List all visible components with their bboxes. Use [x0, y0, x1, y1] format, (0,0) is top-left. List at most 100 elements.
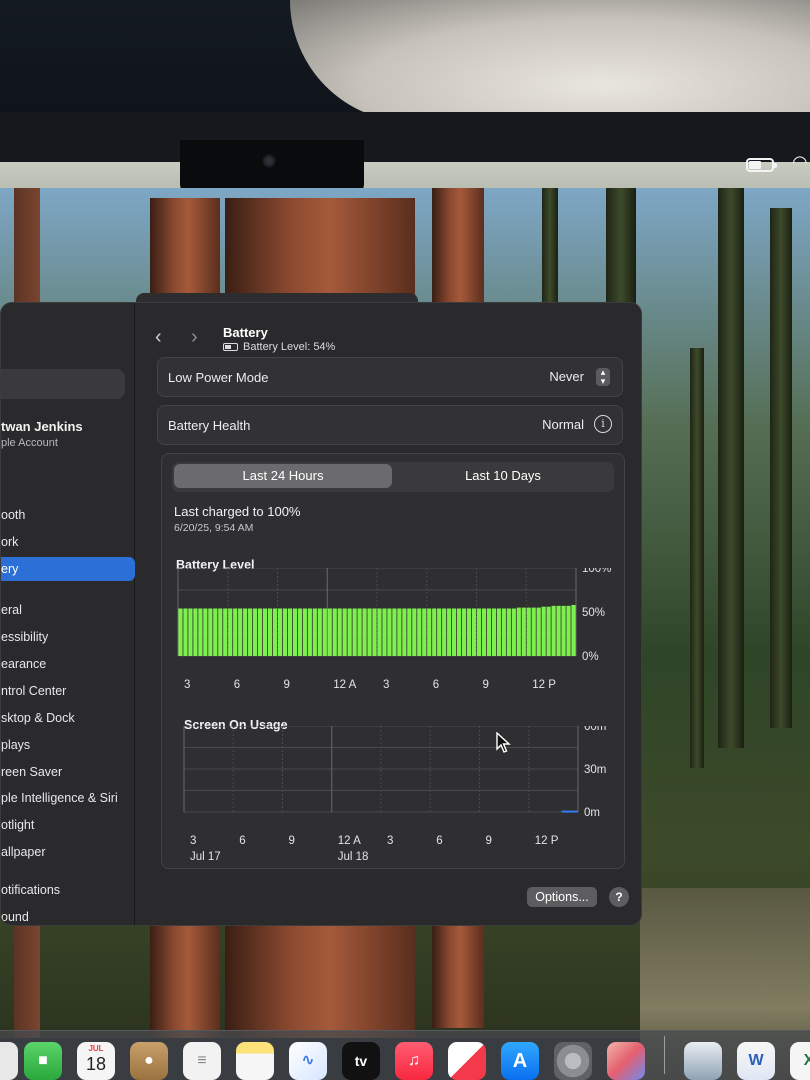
battery-level-bar [357, 608, 362, 656]
battery-level-bar [466, 608, 472, 656]
battery-level-bar [228, 608, 233, 656]
battery-level-bar [297, 608, 302, 656]
sidebar-item[interactable]: earance [1, 652, 135, 676]
battery-level-bar [272, 608, 278, 656]
battery-level-bar [267, 608, 273, 656]
pane-subtitle: Battery Level: 54% [223, 341, 335, 353]
battery-level-bar [417, 608, 422, 656]
time-range-segmented-control: Last 24 Hours Last 10 Days [172, 462, 614, 492]
tab-last-10-days[interactable]: Last 10 Days [394, 464, 612, 488]
info-icon[interactable]: i [594, 415, 612, 433]
system-settings-icon[interactable] [554, 1042, 592, 1080]
sidebar-item[interactable]: essibility [1, 625, 135, 649]
tab-last-24-hours[interactable]: Last 24 Hours [174, 464, 392, 488]
sidebar-item[interactable]: ntrol Center [1, 679, 135, 703]
iphone-mirroring-icon[interactable] [607, 1042, 645, 1080]
excel-label: X [803, 1052, 810, 1069]
battery-level-bar [407, 608, 412, 656]
sidebar-item[interactable]: eral [1, 598, 135, 622]
battery-level-bar [218, 608, 223, 656]
account-name[interactable]: twan Jenkins [1, 419, 83, 434]
facetime-icon[interactable]: ■ [24, 1042, 62, 1080]
sidebar-item[interactable]: otlight [1, 813, 135, 837]
back-arrow-icon[interactable]: ‹ [155, 327, 162, 347]
battery-level-bar [287, 608, 293, 656]
x-tick-label: 3 [190, 835, 196, 847]
x-tick-label: 6 [234, 679, 240, 691]
y-tick-label: 0m [584, 807, 600, 819]
x-tick-label: 6 [436, 835, 442, 847]
x-tick-label: 9 [289, 835, 295, 847]
sidebar-item[interactable]: ound [1, 905, 135, 925]
notes-icon[interactable] [236, 1042, 274, 1080]
battery-level-bar [243, 608, 248, 656]
battery-level-bar [496, 608, 501, 656]
menubar-battery-icon[interactable] [746, 158, 777, 172]
popup-stepper-icon[interactable]: ▴ ▾ [596, 368, 610, 386]
music-icon[interactable]: ♫ [395, 1042, 433, 1080]
last-charged-label: Last charged to 100% [174, 504, 301, 519]
x-tick-label: 3 [184, 679, 190, 691]
dock-document-icon[interactable] [684, 1042, 722, 1080]
calendar-day: 18 [85, 1054, 107, 1074]
wallpaper-tree [718, 188, 744, 748]
sidebar-item[interactable]: otifications [1, 878, 135, 902]
battery-level-bar [427, 608, 432, 656]
sidebar-item[interactable]: reen Saver [1, 760, 135, 784]
dock-app-icon[interactable] [0, 1042, 18, 1080]
system-settings-window: twan Jenkins ple Account ooth ork ery eral e… [0, 302, 642, 926]
battery-level-bar [178, 608, 183, 656]
battery-level-bar [486, 608, 492, 656]
search-input[interactable] [1, 369, 125, 399]
wallpaper-tree [606, 188, 636, 308]
sidebar-item[interactable]: allpaper [1, 840, 135, 864]
battery-level-bar [541, 606, 546, 656]
calendar-icon[interactable]: JUL 18 [77, 1042, 115, 1080]
news-icon[interactable] [448, 1042, 486, 1080]
battery-level-bar [491, 608, 496, 656]
battery-level-bar [382, 608, 387, 656]
sidebar-item[interactable]: ery [1, 557, 135, 581]
battery-level-bar [317, 608, 322, 656]
battery-pane: ‹ › Battery Battery Level: 54% Low Power… [135, 303, 641, 925]
wifi-icon[interactable]: ◠ [792, 152, 808, 173]
help-button[interactable]: ? [609, 887, 629, 907]
freeform-icon[interactable]: ∿ [289, 1042, 327, 1080]
battery-level-bar [476, 608, 482, 656]
usage-history-group: Last 24 Hours Last 10 Days Last charged … [161, 453, 625, 869]
low-power-mode-value[interactable]: Never [549, 369, 584, 384]
apple-tv-icon[interactable]: tv [342, 1042, 380, 1080]
sidebar: twan Jenkins ple Account ooth ork ery eral e… [1, 303, 135, 925]
battery-level-bar [571, 604, 576, 656]
x-tick-label: 12 A [333, 679, 356, 691]
reminders-icon[interactable]: ≡ [183, 1042, 221, 1080]
battery-health-value: Normal [542, 417, 584, 432]
battery-level-bar [332, 608, 337, 656]
sidebar-item[interactable]: ork [1, 530, 135, 554]
app-store-icon[interactable]: A [501, 1042, 539, 1080]
battery-level-bar [501, 608, 506, 656]
options-button[interactable]: Options... [527, 887, 597, 907]
battery-level-bar [531, 607, 536, 656]
battery-level-bar [312, 608, 317, 656]
x-tick-label: 6 [433, 679, 439, 691]
battery-level-bar [566, 605, 571, 656]
forward-arrow-icon[interactable]: › [191, 327, 198, 347]
x-tick-label: 12 P [532, 679, 556, 691]
sidebar-item[interactable]: sktop & Dock [1, 706, 135, 730]
date-label: Jul 17 [190, 851, 221, 863]
battery-level-bar [322, 608, 327, 656]
sidebar-item[interactable]: ple Intelligence & Siri [1, 786, 135, 810]
battery-level-bar [188, 608, 193, 656]
mouse-pointer-icon [496, 732, 511, 753]
battery-level-bar [183, 608, 188, 656]
word-icon[interactable]: W [737, 1042, 775, 1080]
contacts-icon[interactable]: ● [130, 1042, 168, 1080]
excel-icon[interactable]: X [790, 1042, 810, 1080]
sidebar-item[interactable]: ooth [1, 503, 135, 527]
sidebar-item[interactable]: plays [1, 733, 135, 757]
y-tick-label: 60m [584, 726, 606, 733]
battery-level-bar [402, 608, 407, 656]
word-label: W [748, 1052, 764, 1069]
x-tick-label: 3 [387, 835, 393, 847]
